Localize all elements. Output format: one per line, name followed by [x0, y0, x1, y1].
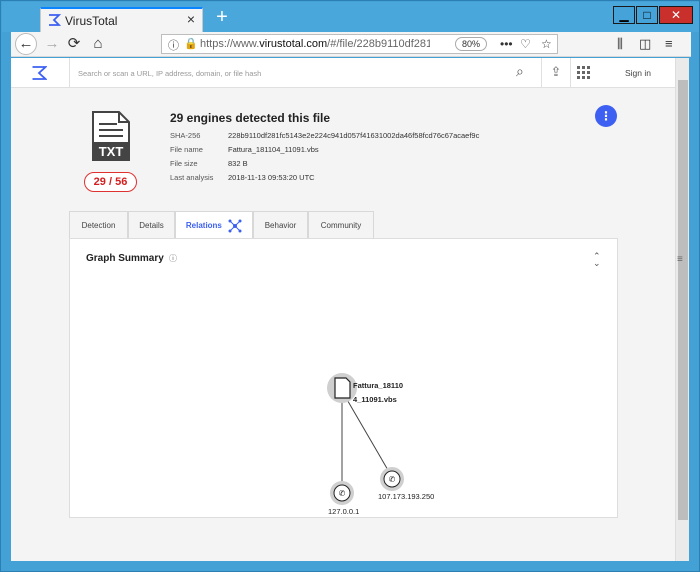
meta-row-sha256: SHA-256 228b9110df281fc5143e2e224c941d057…: [170, 131, 480, 140]
tab-close-icon[interactable]: ×: [187, 11, 195, 27]
back-button[interactable]: ←: [15, 33, 37, 55]
vt-header: Search or scan a URL, IP address, domain…: [11, 58, 675, 88]
scrollbar-thumb[interactable]: [678, 80, 688, 520]
tab-relations[interactable]: Relations: [175, 211, 253, 239]
home-button[interactable]: ⌂: [87, 32, 109, 57]
tab-community[interactable]: Community: [308, 211, 374, 238]
library-icon[interactable]: ⫼: [617, 36, 623, 52]
reload-button[interactable]: ⟳: [63, 32, 85, 57]
maximize-button[interactable]: □: [636, 6, 658, 24]
page-actions-icon[interactable]: •••: [500, 37, 513, 51]
vertical-scrollbar[interactable]: ≡: [675, 58, 689, 561]
detection-ratio-badge: 29 / 56: [84, 172, 137, 192]
svg-text:✆: ✆: [339, 489, 346, 498]
tab-details[interactable]: Details: [128, 211, 175, 238]
svg-text:✆: ✆: [389, 475, 396, 484]
meta-row-file-name: File name Fattura_181104_11091.vbs: [170, 145, 319, 154]
virustotal-favicon-icon: [49, 14, 61, 26]
menu-icon[interactable]: ≡: [665, 36, 673, 51]
bookmark-star-icon[interactable]: ☆: [541, 37, 552, 51]
graph-summary-card: Graph Summary ⓘ ⌃ ⌄ ✆ ✆ Fattura_18110 4_…: [69, 238, 618, 518]
file-type-label: TXT: [99, 144, 124, 159]
new-tab-button[interactable]: +: [212, 7, 232, 27]
ip-node-remote[interactable]: ✆: [380, 467, 404, 491]
relations-graph[interactable]: ✆ ✆: [70, 239, 619, 519]
address-bar[interactable]: ⓘ 🔒 https://www.virustotal.com/#/file/22…: [161, 34, 558, 54]
tab-behavior[interactable]: Behavior: [253, 211, 308, 238]
graph-icon: [228, 219, 242, 233]
search-box[interactable]: Search or scan a URL, IP address, domain…: [69, 58, 539, 88]
forward-button[interactable]: →: [41, 32, 63, 57]
lock-icon[interactable]: 🔒: [184, 37, 198, 50]
info-icon[interactable]: ⓘ: [168, 37, 179, 53]
navigation-toolbar: ← → ⟳ ⌂ ⓘ 🔒 https://www.virustotal.com/#…: [11, 32, 691, 57]
sign-in-link[interactable]: Sign in: [625, 68, 651, 78]
title-bar: VirusTotal × + ▁ □ ✕: [2, 2, 699, 32]
browser-window: VirusTotal × + ▁ □ ✕ ← → ⟳ ⌂ ⓘ 🔒 https:/…: [0, 0, 700, 572]
ip-node-localhost[interactable]: ✆: [330, 481, 354, 505]
search-placeholder: Search or scan a URL, IP address, domain…: [78, 69, 262, 78]
tab-detection[interactable]: Detection: [69, 211, 128, 238]
browser-tab[interactable]: VirusTotal ×: [40, 7, 203, 32]
virustotal-logo-icon[interactable]: [31, 65, 47, 81]
ip-node-label-remote: 107.173.193.250: [378, 492, 435, 501]
pocket-icon[interactable]: ♡: [520, 37, 531, 51]
meta-row-file-size: File size 832 B: [170, 159, 248, 168]
scroll-grip-icon: ≡: [677, 254, 683, 265]
meta-row-last-analysis: Last analysis 2018-11-13 09:53:20 UTC: [170, 173, 315, 182]
tab-relations-label: Relations: [185, 221, 222, 230]
minimize-button[interactable]: ▁: [613, 6, 635, 24]
page-viewport: Search or scan a URL, IP address, domain…: [11, 58, 675, 561]
ip-node-label-localhost: 127.0.0.1: [328, 507, 360, 516]
file-node-label-line2: 4_11091.vbs: [353, 395, 397, 404]
sidebar-icon[interactable]: ◫: [639, 36, 651, 52]
close-window-button[interactable]: ✕: [659, 6, 693, 24]
txt-file-icon: TXT: [92, 111, 130, 161]
file-node-label-line1: Fattura_18110: [353, 381, 404, 390]
more-options-button[interactable]: ⋮: [595, 105, 617, 127]
apps-grid-icon[interactable]: [577, 66, 591, 80]
url-text[interactable]: https://www.virustotal.com/#/file/228b91…: [200, 38, 430, 50]
search-icon[interactable]: ⌕: [516, 63, 524, 80]
upload-icon[interactable]: ⇪: [541, 58, 571, 88]
detection-title: 29 engines detected this file: [170, 111, 331, 125]
tab-title: VirusTotal: [65, 14, 118, 28]
zoom-indicator[interactable]: 80%: [455, 37, 488, 51]
